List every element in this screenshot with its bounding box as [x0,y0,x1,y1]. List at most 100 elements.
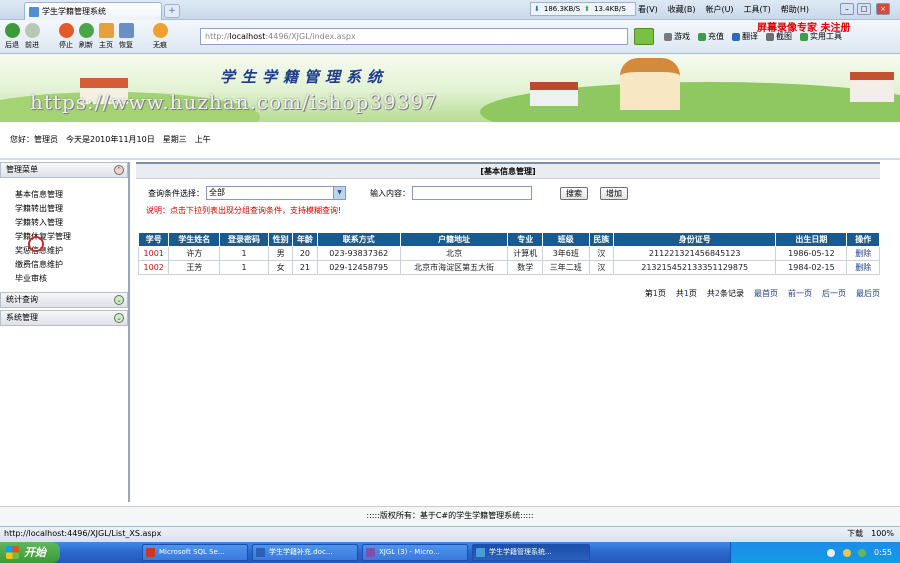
delete-link[interactable]: 删除 [846,260,880,275]
sql-server-icon [146,548,155,557]
back-arrow-icon [4,23,20,38]
cell-id-number: 211221321456845123 [612,246,777,261]
sidebar-section-system[interactable]: 系统管理 ⌄ [0,310,128,326]
expand-icon[interactable]: ⌄ [114,295,124,305]
recharge-button[interactable]: 充值 [698,31,724,42]
sidebar-item-transfer-in[interactable]: 学籍转入管理 [15,216,128,230]
col-password: 登录密码 [219,232,269,247]
system-title: 学生学籍管理系统 [220,68,389,86]
house-illustration [620,58,680,110]
table-row: 1002 王芳 1 女 21 029-12458795 北京市海淀区第五大街 数… [137,260,880,275]
sidebar-section-label: 管理菜单 [6,165,38,174]
games-button[interactable]: 游戏 [664,31,690,42]
menu-tools[interactable]: 工具(T) [744,4,771,15]
expand-icon[interactable]: ⌄ [114,313,124,323]
clock: 0:55 [874,548,892,557]
back-button[interactable]: 后退 [2,23,22,50]
table-row: 1001 许方 1 男 20 023-93837362 北京 计算机 3年6班 … [137,246,880,261]
search-input[interactable] [412,186,532,200]
pager-first-link[interactable]: 最首页 [754,288,778,299]
menu-view[interactable]: 看(V) [638,4,658,15]
games-icon [664,32,672,41]
speed-indicator: ⬇ 186.3KB/S ⬆ 13.4KB/S [530,2,636,16]
col-ethnicity: 民族 [588,232,615,247]
status-url: http://localhost:4496/XJGL/List_XS.aspx [4,529,162,538]
browser-tab-active[interactable]: 学生学籍管理系统 [24,2,162,20]
browser-title-bar: 学生学籍管理系统 + ⬇ 186.3KB/S ⬆ 13.4KB/S 看(V) 收… [0,0,900,20]
cell-class: 三年二班 [541,260,590,275]
refresh-button[interactable]: 刷新 [76,23,96,50]
network-icon[interactable] [827,548,836,557]
home-button[interactable]: 主页 [96,23,116,50]
menu-account[interactable]: 帐户(U) [705,4,733,15]
start-button[interactable]: 开始 [0,542,60,563]
restore-button[interactable]: 恢复 [116,23,136,50]
system-tray: 0:55 [730,542,900,563]
taskbar-item-word-doc[interactable]: 学生学籍补充.doc... [252,544,358,561]
download-arrow-icon: ⬇ [534,5,540,13]
translate-button[interactable]: 翻译 [732,31,758,42]
restore-icon [118,23,134,38]
sidebar-item-payments[interactable]: 缴费信息维护 [15,258,128,272]
page-icon [29,6,39,17]
add-button[interactable]: 增加 [600,186,628,200]
condition-select[interactable]: 全部 ▼ [206,186,346,200]
cell-name: 许方 [168,246,221,261]
sidebar-item-transfer-out[interactable]: 学籍转出管理 [15,202,128,216]
sidebar-section-manage[interactable]: 管理菜单 ⌃ [0,162,128,178]
incognito-icon [152,23,168,38]
close-button[interactable]: × [876,3,890,15]
pager-prev-link[interactable]: 前一页 [788,288,812,299]
collapse-icon[interactable]: ⌃ [114,165,124,175]
taskbar-item-sql-server[interactable]: Microsoft SQL Se... [142,544,248,561]
system-banner: 学生学籍管理系统 https://www.huzhan.com/ishop393… [0,54,900,122]
zoom-level[interactable]: 100% [871,527,894,541]
stop-button[interactable]: 停止 [56,23,76,50]
download-manager-button[interactable]: 下载 [847,527,863,541]
cell-phone: 029-12458795 [316,260,401,275]
windows-taskbar: 开始 Microsoft SQL Se... 学生学籍补充.doc... XJG… [0,542,900,563]
col-phone: 联系方式 [316,232,401,247]
sidebar-item-graduation[interactable]: 毕业审核 [15,272,128,286]
cell-age: 21 [292,260,318,275]
cell-student-id: 1002 [137,260,170,275]
status-right-area: 下载 100% [847,527,894,541]
page-footer: :::::版权所有：基于C#的学生学籍管理系统::::: [0,506,900,526]
tab-title: 学生学籍管理系统 [42,7,106,16]
forward-label: 前进 [25,41,39,49]
address-host: localhost [229,32,266,41]
delete-link[interactable]: 删除 [846,246,880,261]
col-action: 操作 [846,232,880,247]
forward-button[interactable]: 前进 [22,23,42,50]
pager-next-link[interactable]: 后一页 [822,288,846,299]
new-tab-button[interactable]: + [164,4,180,18]
go-button[interactable] [634,28,654,45]
taskbar-item-browser[interactable]: 学生学籍管理系统... [472,544,590,561]
address-bar[interactable]: http:// localhost :4496/XJGL/index.aspx [200,28,628,45]
search-button[interactable]: 搜索 [560,186,588,200]
minimize-button[interactable]: – [840,3,854,15]
cell-ethnicity: 汉 [588,246,615,261]
address-prefix: http:// [205,32,230,41]
condition-value: 全部 [209,188,225,197]
menu-help[interactable]: 帮助(H) [781,4,809,15]
pager-total: 共1页 [675,289,697,298]
sidebar-section-statistics[interactable]: 统计查询 ⌄ [0,292,128,308]
menu-favorites[interactable]: 收藏(B) [668,4,696,15]
visual-studio-icon [366,548,375,557]
maximize-button[interactable]: □ [857,3,871,15]
security-icon[interactable] [858,548,867,557]
translate-icon [732,32,740,41]
sidebar-section-label: 统计查询 [6,295,38,304]
upload-arrow-icon: ⬆ [584,5,590,13]
task-label: Microsoft SQL Se... [159,548,225,556]
cell-birth-date: 1986-05-12 [775,246,848,261]
taskbar-item-visual-studio[interactable]: XJGL (3) - Micro... [362,544,468,561]
volume-icon[interactable] [842,548,851,557]
sidebar-item-basic-info[interactable]: 基本信息管理 [15,188,128,202]
col-student-id: 学号 [137,232,170,247]
cell-student-id: 1001 [137,246,170,261]
cell-address: 北京市海淀区第五大街 [399,260,509,275]
incognito-button[interactable]: 无痕 [150,23,170,50]
pager-last-link[interactable]: 最后页 [856,288,880,299]
